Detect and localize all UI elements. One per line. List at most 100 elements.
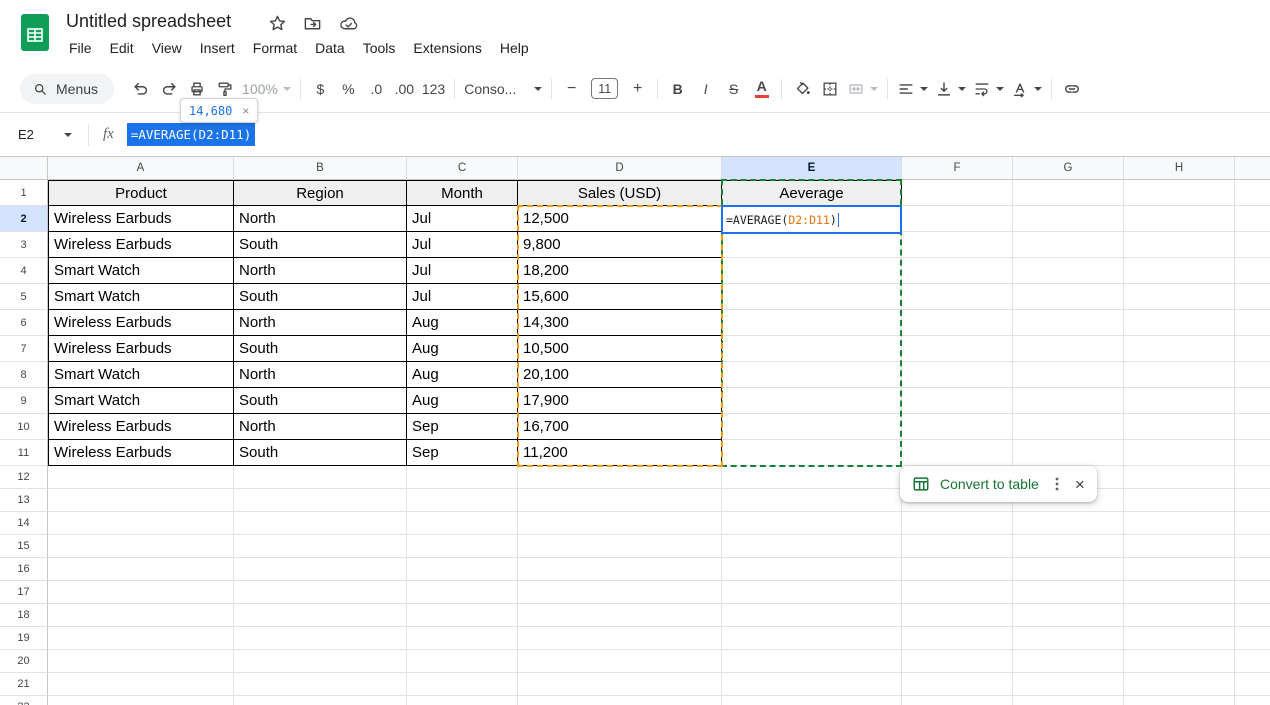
decrease-decimal-button[interactable]: .0 <box>363 76 390 102</box>
menu-file[interactable]: File <box>60 36 101 60</box>
menus-search-button[interactable]: Menus <box>20 74 114 104</box>
font-family-select[interactable]: Conso... <box>461 76 545 102</box>
cell-B7[interactable]: South <box>234 336 407 362</box>
row-header-15[interactable]: 15 <box>0 535 48 558</box>
redo-button[interactable] <box>155 76 182 102</box>
font-size-input[interactable]: 11 <box>591 78 618 99</box>
row-header-4[interactable]: 4 <box>0 258 48 284</box>
cell-A4[interactable]: Smart Watch <box>48 258 234 284</box>
menu-edit[interactable]: Edit <box>101 36 143 60</box>
cell-A10[interactable]: Wireless Earbuds <box>48 414 234 440</box>
merge-cells-button[interactable] <box>844 76 881 102</box>
row-header-17[interactable]: 17 <box>0 581 48 604</box>
cell-C3[interactable]: Jul <box>407 232 518 258</box>
column-header-D[interactable]: D <box>518 157 722 180</box>
cell-B10[interactable]: North <box>234 414 407 440</box>
row-header-13[interactable]: 13 <box>0 489 48 512</box>
cell-B8[interactable]: North <box>234 362 407 388</box>
document-title[interactable]: Untitled spreadsheet <box>66 11 231 32</box>
insert-link-button[interactable] <box>1058 76 1085 102</box>
cell-D6[interactable]: 14,300 <box>518 310 722 336</box>
name-box[interactable]: E2 <box>0 127 78 142</box>
column-header-E[interactable]: E <box>722 157 902 180</box>
format-currency-button[interactable]: $ <box>307 76 334 102</box>
row-header-11[interactable]: 11 <box>0 440 48 466</box>
column-header-F[interactable]: F <box>902 157 1013 180</box>
cell-C10[interactable]: Sep <box>407 414 518 440</box>
cell-A7[interactable]: Wireless Earbuds <box>48 336 234 362</box>
sheets-logo[interactable] <box>21 14 49 51</box>
cell-A1[interactable]: Product <box>48 180 234 206</box>
increase-decimal-button[interactable]: .00 <box>391 76 418 102</box>
menu-extensions[interactable]: Extensions <box>404 36 490 60</box>
cell-A5[interactable]: Smart Watch <box>48 284 234 310</box>
bold-button[interactable]: B <box>664 76 691 102</box>
strikethrough-button[interactable]: S <box>720 76 747 102</box>
cell-A11[interactable]: Wireless Earbuds <box>48 440 234 466</box>
cell-D3[interactable]: 9,800 <box>518 232 722 258</box>
cell-C5[interactable]: Jul <box>407 284 518 310</box>
menu-help[interactable]: Help <box>491 36 538 60</box>
format-percent-button[interactable]: % <box>335 76 362 102</box>
cell-B1[interactable]: Region <box>234 180 407 206</box>
row-header-3[interactable]: 3 <box>0 232 48 258</box>
row-header-8[interactable]: 8 <box>0 362 48 388</box>
menu-format[interactable]: Format <box>244 36 306 60</box>
cell-D11[interactable]: 11,200 <box>518 440 722 466</box>
preview-close-icon[interactable]: × <box>242 104 249 118</box>
convert-to-table-chip[interactable]: Convert to table × <box>900 466 1097 502</box>
cell-B5[interactable]: South <box>234 284 407 310</box>
cell-C4[interactable]: Jul <box>407 258 518 284</box>
cell-A9[interactable]: Smart Watch <box>48 388 234 414</box>
column-header-partial[interactable] <box>1235 157 1270 180</box>
row-header-21[interactable]: 21 <box>0 673 48 696</box>
row-header-19[interactable]: 19 <box>0 627 48 650</box>
italic-button[interactable]: I <box>692 76 719 102</box>
undo-button[interactable] <box>127 76 154 102</box>
cell-D1[interactable]: Sales (USD) <box>518 180 722 206</box>
row-header-14[interactable]: 14 <box>0 512 48 535</box>
column-header-G[interactable]: G <box>1013 157 1124 180</box>
cell-C11[interactable]: Sep <box>407 440 518 466</box>
vertical-align-button[interactable] <box>932 76 969 102</box>
fill-color-button[interactable] <box>788 76 815 102</box>
column-header-B[interactable]: B <box>234 157 407 180</box>
chip-close-icon[interactable]: × <box>1075 476 1085 493</box>
cell-D8[interactable]: 20,100 <box>518 362 722 388</box>
column-header-H[interactable]: H <box>1124 157 1235 180</box>
cell-D10[interactable]: 16,700 <box>518 414 722 440</box>
row-header-10[interactable]: 10 <box>0 414 48 440</box>
cell-D9[interactable]: 17,900 <box>518 388 722 414</box>
cell-C9[interactable]: Aug <box>407 388 518 414</box>
cell-B11[interactable]: South <box>234 440 407 466</box>
active-cell-editor[interactable]: =AVERAGE(D2:D11) <box>721 205 902 234</box>
row-header-5[interactable]: 5 <box>0 284 48 310</box>
cell-B4[interactable]: North <box>234 258 407 284</box>
row-header-2[interactable]: 2 <box>0 206 48 232</box>
cell-E1[interactable]: Aeverage <box>722 180 902 206</box>
cell-C2[interactable]: Jul <box>407 206 518 232</box>
row-header-16[interactable]: 16 <box>0 558 48 581</box>
formula-input[interactable]: =AVERAGE(D2:D11) <box>127 123 255 146</box>
cloud-save-status-icon[interactable] <box>338 14 359 33</box>
cell-A3[interactable]: Wireless Earbuds <box>48 232 234 258</box>
menu-tools[interactable]: Tools <box>354 36 405 60</box>
text-wrap-button[interactable] <box>970 76 1007 102</box>
decrease-font-size-button[interactable]: − <box>558 76 585 102</box>
column-header-A[interactable]: A <box>48 157 234 180</box>
cell-B6[interactable]: North <box>234 310 407 336</box>
row-header-12[interactable]: 12 <box>0 466 48 489</box>
row-header-20[interactable]: 20 <box>0 650 48 673</box>
cell-B9[interactable]: South <box>234 388 407 414</box>
menu-insert[interactable]: Insert <box>191 36 244 60</box>
cell-D4[interactable]: 18,200 <box>518 258 722 284</box>
cell-D7[interactable]: 10,500 <box>518 336 722 362</box>
row-header-1[interactable]: 1 <box>0 180 48 206</box>
cell-C7[interactable]: Aug <box>407 336 518 362</box>
row-header-18[interactable]: 18 <box>0 604 48 627</box>
cell-D2[interactable]: 12,500 <box>518 206 722 232</box>
cell-D5[interactable]: 15,600 <box>518 284 722 310</box>
row-header-9[interactable]: 9 <box>0 388 48 414</box>
cell-C8[interactable]: Aug <box>407 362 518 388</box>
borders-button[interactable] <box>816 76 843 102</box>
